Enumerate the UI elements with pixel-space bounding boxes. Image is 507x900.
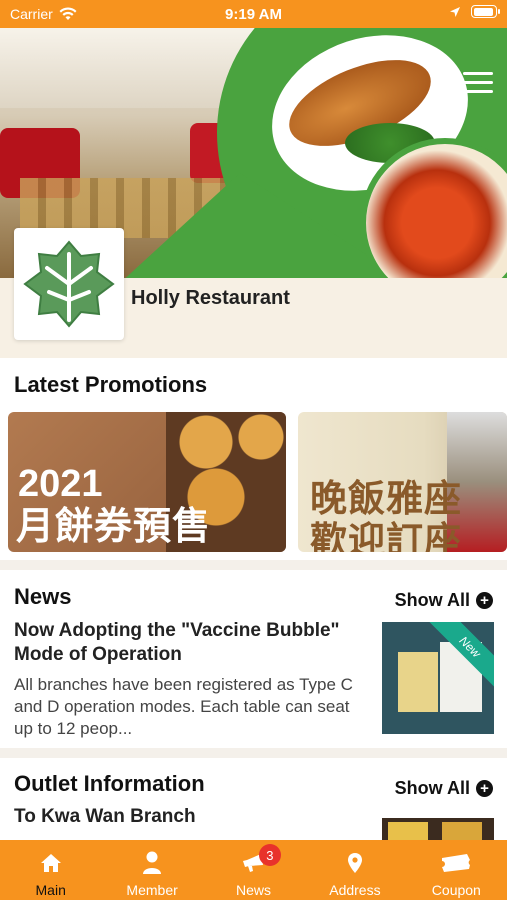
promotions-title: Latest Promotions	[14, 372, 208, 397]
battery-icon	[471, 5, 500, 18]
section-divider	[0, 560, 507, 570]
tab-label: Member	[126, 882, 178, 898]
leaf-logo-icon	[23, 240, 115, 328]
tab-news[interactable]: 3 News	[203, 840, 304, 900]
news-thumbnail[interactable]: New	[382, 622, 494, 734]
outlets-title: Outlet Information	[14, 771, 205, 796]
promotion-line2: 歡迎訂座	[310, 520, 462, 552]
tab-member[interactable]: Member	[101, 840, 202, 900]
promotion-line2: 月餅券預售	[16, 506, 212, 548]
restaurant-name: Holly Restaurant	[131, 287, 290, 309]
location-arrow-icon	[450, 6, 460, 17]
outlet-name[interactable]: To Kwa Wan Branch	[14, 806, 196, 828]
news-summary: All branches have been registered as Typ…	[14, 675, 353, 738]
tab-label: Address	[329, 882, 381, 898]
promotion-card-dinner[interactable]: 晚飯雅座 歡迎訂座	[298, 412, 507, 552]
news-headline[interactable]: Now Adopting the "Vaccine Bubble" Mode o…	[14, 619, 364, 667]
promotion-card-mooncake[interactable]: 2021 月餅券預售	[8, 412, 286, 552]
tab-label: Main	[35, 882, 66, 898]
status-bar: Carrier 9:19 AM	[0, 0, 507, 28]
status-time: 9:19 AM	[225, 6, 282, 23]
battery-level	[473, 7, 493, 16]
tab-main[interactable]: Main	[0, 840, 101, 900]
plus-circle-icon: +	[476, 592, 493, 609]
news-badge: 3	[258, 844, 281, 866]
location-pin-icon	[347, 853, 362, 873]
hamburger-icon	[463, 72, 493, 75]
show-all-label: Show All	[394, 590, 470, 610]
show-all-label: Show All	[394, 778, 470, 798]
tab-address[interactable]: Address	[304, 840, 405, 900]
section-divider	[0, 748, 507, 758]
tab-coupon[interactable]: Coupon	[406, 840, 507, 900]
tab-label: Coupon	[431, 882, 481, 898]
tab-label: News	[236, 882, 272, 898]
plus-circle-icon: +	[476, 780, 493, 797]
coupon-icon	[442, 854, 471, 872]
tab-bar: Main Member 3 News Address Coupon	[0, 840, 507, 900]
promotion-line1: 2021	[18, 463, 103, 505]
status-right	[449, 5, 500, 18]
person-icon	[143, 851, 162, 874]
home-icon	[40, 854, 61, 872]
menu-button[interactable]	[463, 72, 493, 94]
outlets-show-all-button[interactable]: Show All +	[395, 778, 493, 799]
news-title: News	[14, 584, 72, 609]
news-show-all-button[interactable]: Show All +	[395, 590, 493, 611]
restaurant-logo	[14, 228, 124, 340]
